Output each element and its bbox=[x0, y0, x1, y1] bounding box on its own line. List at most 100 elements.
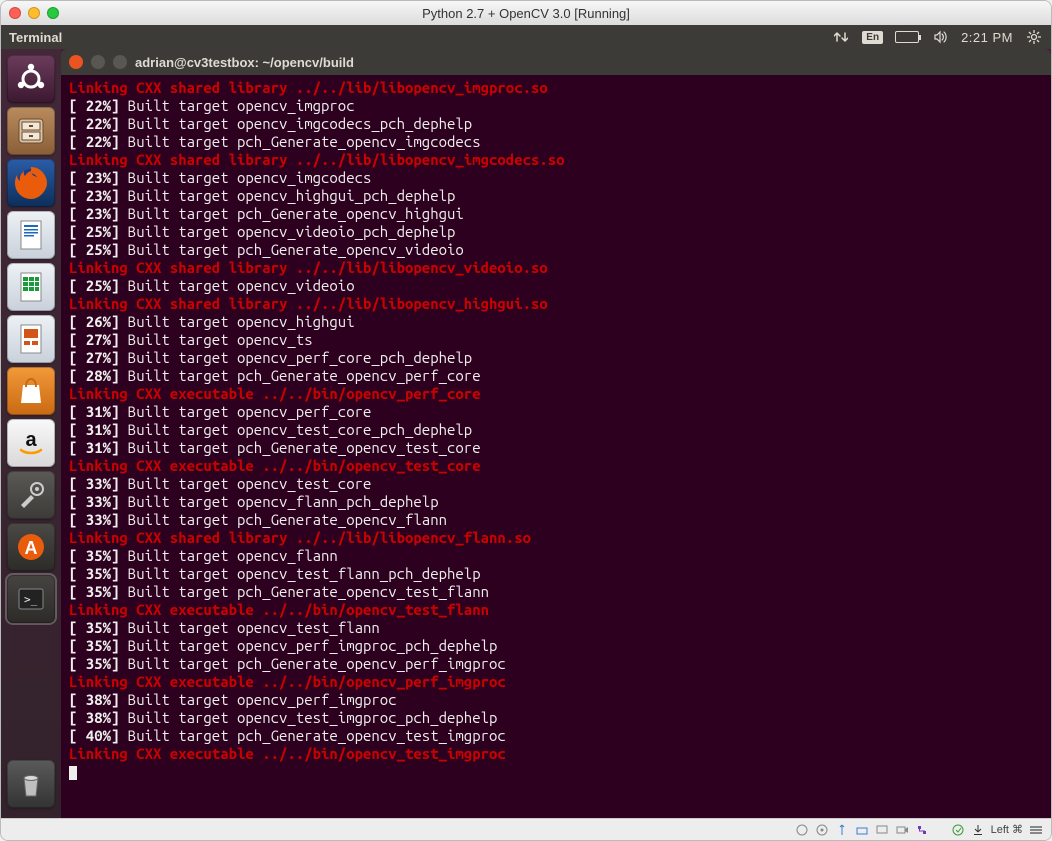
terminal-line: [ 25%] Built target opencv_videoio_pch_d… bbox=[69, 223, 1043, 241]
statusbar-usb-icon[interactable] bbox=[835, 823, 849, 837]
statusbar-hdd-icon[interactable] bbox=[795, 823, 809, 837]
statusbar-display-icon[interactable] bbox=[875, 823, 889, 837]
svg-text:A: A bbox=[25, 538, 38, 558]
terminal-line: Linking CXX executable ../../bin/opencv_… bbox=[69, 385, 1043, 403]
close-icon[interactable] bbox=[9, 7, 21, 19]
launcher-settings[interactable] bbox=[7, 471, 55, 519]
shopping-bag-icon bbox=[11, 371, 51, 411]
terminal-line: [ 31%] Built target opencv_perf_core bbox=[69, 403, 1043, 421]
terminal-line: [ 27%] Built target opencv_perf_core_pch… bbox=[69, 349, 1043, 367]
volume-icon[interactable] bbox=[931, 28, 949, 46]
host-titlebar[interactable]: Python 2.7 + OpenCV 3.0 [Running] bbox=[1, 1, 1051, 25]
terminal-maximize-button[interactable] bbox=[113, 55, 127, 69]
host-window-title: Python 2.7 + OpenCV 3.0 [Running] bbox=[1, 6, 1051, 21]
gear-icon[interactable] bbox=[1025, 28, 1043, 46]
wrench-gear-icon bbox=[11, 475, 51, 515]
statusbar-video-icon[interactable] bbox=[895, 823, 909, 837]
terminal-line: [ 35%] Built target opencv_test_flann bbox=[69, 619, 1043, 637]
spreadsheet-icon bbox=[11, 267, 51, 307]
statusbar-menu-icon[interactable] bbox=[1029, 823, 1043, 837]
terminal-line: [ 38%] Built target opencv_test_imgproc_… bbox=[69, 709, 1043, 727]
terminal-line: [ 22%] Built target opencv_imgcodecs_pch… bbox=[69, 115, 1043, 133]
launcher-software-updater[interactable]: A bbox=[7, 523, 55, 571]
unity-launcher: a A bbox=[1, 49, 61, 818]
launcher-impress[interactable] bbox=[7, 315, 55, 363]
file-cabinet-icon bbox=[11, 111, 51, 151]
terminal-line: [ 26%] Built target opencv_highgui bbox=[69, 313, 1043, 331]
terminal-line: [ 31%] Built target pch_Generate_opencv_… bbox=[69, 439, 1043, 457]
launcher-writer[interactable] bbox=[7, 211, 55, 259]
launcher-dash[interactable] bbox=[7, 55, 55, 103]
terminal-close-button[interactable] bbox=[69, 55, 83, 69]
terminal-line: [ 23%] Built target opencv_highgui_pch_d… bbox=[69, 187, 1043, 205]
terminal-line: [ 33%] Built target opencv_test_core bbox=[69, 475, 1043, 493]
statusbar-network-icon[interactable] bbox=[915, 823, 929, 837]
trash-icon bbox=[11, 764, 51, 804]
svg-text:>_: >_ bbox=[24, 593, 38, 606]
terminal-line: Linking CXX shared library ../../lib/lib… bbox=[69, 151, 1043, 169]
terminal-line: [ 28%] Built target pch_Generate_opencv_… bbox=[69, 367, 1043, 385]
amazon-icon: a bbox=[11, 423, 51, 463]
statusbar-shared-folder-icon[interactable] bbox=[855, 823, 869, 837]
battery-icon[interactable] bbox=[895, 31, 919, 43]
terminal-line: [ 35%] Built target pch_Generate_opencv_… bbox=[69, 655, 1043, 673]
terminal-line: [ 22%] Built target pch_Generate_opencv_… bbox=[69, 133, 1043, 151]
terminal-line: Linking CXX shared library ../../lib/lib… bbox=[69, 529, 1043, 547]
launcher-amazon[interactable]: a bbox=[7, 419, 55, 467]
host-window: Python 2.7 + OpenCV 3.0 [Running] Termin… bbox=[0, 0, 1052, 841]
launcher-calc[interactable] bbox=[7, 263, 55, 311]
terminal-line: Linking CXX shared library ../../lib/lib… bbox=[69, 259, 1043, 277]
cursor-icon bbox=[69, 766, 77, 780]
terminal-line: [ 27%] Built target opencv_ts bbox=[69, 331, 1043, 349]
terminal-line: Linking CXX executable ../../bin/opencv_… bbox=[69, 745, 1043, 763]
network-icon[interactable] bbox=[832, 28, 850, 46]
terminal-line: [ 31%] Built target opencv_test_core_pch… bbox=[69, 421, 1043, 439]
terminal-line: [ 35%] Built target opencv_perf_imgproc_… bbox=[69, 637, 1043, 655]
terminal-output[interactable]: Linking CXX shared library ../../lib/lib… bbox=[61, 75, 1051, 818]
terminal-line: [ 25%] Built target pch_Generate_opencv_… bbox=[69, 241, 1043, 259]
terminal-line: [ 23%] Built target opencv_imgcodecs bbox=[69, 169, 1043, 187]
terminal-line: [ 23%] Built target pch_Generate_opencv_… bbox=[69, 205, 1043, 223]
statusbar-hostkey-label: Left ⌘ bbox=[991, 823, 1023, 836]
terminal-line: Linking CXX executable ../../bin/opencv_… bbox=[69, 601, 1043, 619]
minimize-icon[interactable] bbox=[28, 7, 40, 19]
terminal-line: Linking CXX shared library ../../lib/lib… bbox=[69, 295, 1043, 313]
terminal-titlebar[interactable]: adrian@cv3testbox: ~/opencv/build bbox=[61, 49, 1051, 75]
update-letter-icon: A bbox=[11, 527, 51, 567]
zoom-icon[interactable] bbox=[47, 7, 59, 19]
statusbar-hostkey-icon[interactable] bbox=[971, 823, 985, 837]
terminal-line: Linking CXX executable ../../bin/opencv_… bbox=[69, 673, 1043, 691]
launcher-trash[interactable] bbox=[7, 760, 55, 808]
panel-app-name[interactable]: Terminal bbox=[9, 30, 62, 45]
terminal-line: Linking CXX executable ../../bin/opencv_… bbox=[69, 457, 1043, 475]
launcher-files[interactable] bbox=[7, 107, 55, 155]
terminal-line: Linking CXX shared library ../../lib/lib… bbox=[69, 79, 1043, 97]
statusbar-disc-icon[interactable] bbox=[815, 823, 829, 837]
terminal-line: [ 35%] Built target opencv_test_flann_pc… bbox=[69, 565, 1043, 583]
terminal-line: [ 35%] Built target pch_Generate_opencv_… bbox=[69, 583, 1043, 601]
firefox-icon bbox=[9, 161, 53, 205]
launcher-firefox[interactable] bbox=[7, 159, 55, 207]
statusbar-mouse-integration-icon[interactable] bbox=[951, 823, 965, 837]
terminal-line: [ 35%] Built target opencv_flann bbox=[69, 547, 1043, 565]
svg-text:a: a bbox=[25, 429, 37, 451]
launcher-terminal[interactable]: >_ bbox=[7, 575, 55, 623]
document-writer-icon bbox=[11, 215, 51, 255]
panel-clock[interactable]: 2:21 PM bbox=[961, 30, 1013, 45]
terminal-line: [ 33%] Built target opencv_flann_pch_dep… bbox=[69, 493, 1043, 511]
keyboard-layout-indicator[interactable]: En bbox=[862, 31, 883, 44]
presentation-icon bbox=[11, 319, 51, 359]
terminal-line: [ 25%] Built target opencv_videoio bbox=[69, 277, 1043, 295]
host-statusbar: Left ⌘ bbox=[1, 818, 1051, 840]
terminal-line: [ 33%] Built target pch_Generate_opencv_… bbox=[69, 511, 1043, 529]
ubuntu-panel: Terminal En 2:21 PM bbox=[1, 25, 1051, 49]
launcher-software-center[interactable] bbox=[7, 367, 55, 415]
terminal-line: [ 40%] Built target pch_Generate_opencv_… bbox=[69, 727, 1043, 745]
terminal-icon: >_ bbox=[11, 579, 51, 619]
terminal-minimize-button[interactable] bbox=[91, 55, 105, 69]
ubuntu-logo-icon bbox=[10, 58, 52, 100]
terminal-title: adrian@cv3testbox: ~/opencv/build bbox=[135, 55, 354, 70]
terminal-cursor-line bbox=[69, 763, 1043, 781]
terminal-line: [ 38%] Built target opencv_perf_imgproc bbox=[69, 691, 1043, 709]
terminal-line: [ 22%] Built target opencv_imgproc bbox=[69, 97, 1043, 115]
